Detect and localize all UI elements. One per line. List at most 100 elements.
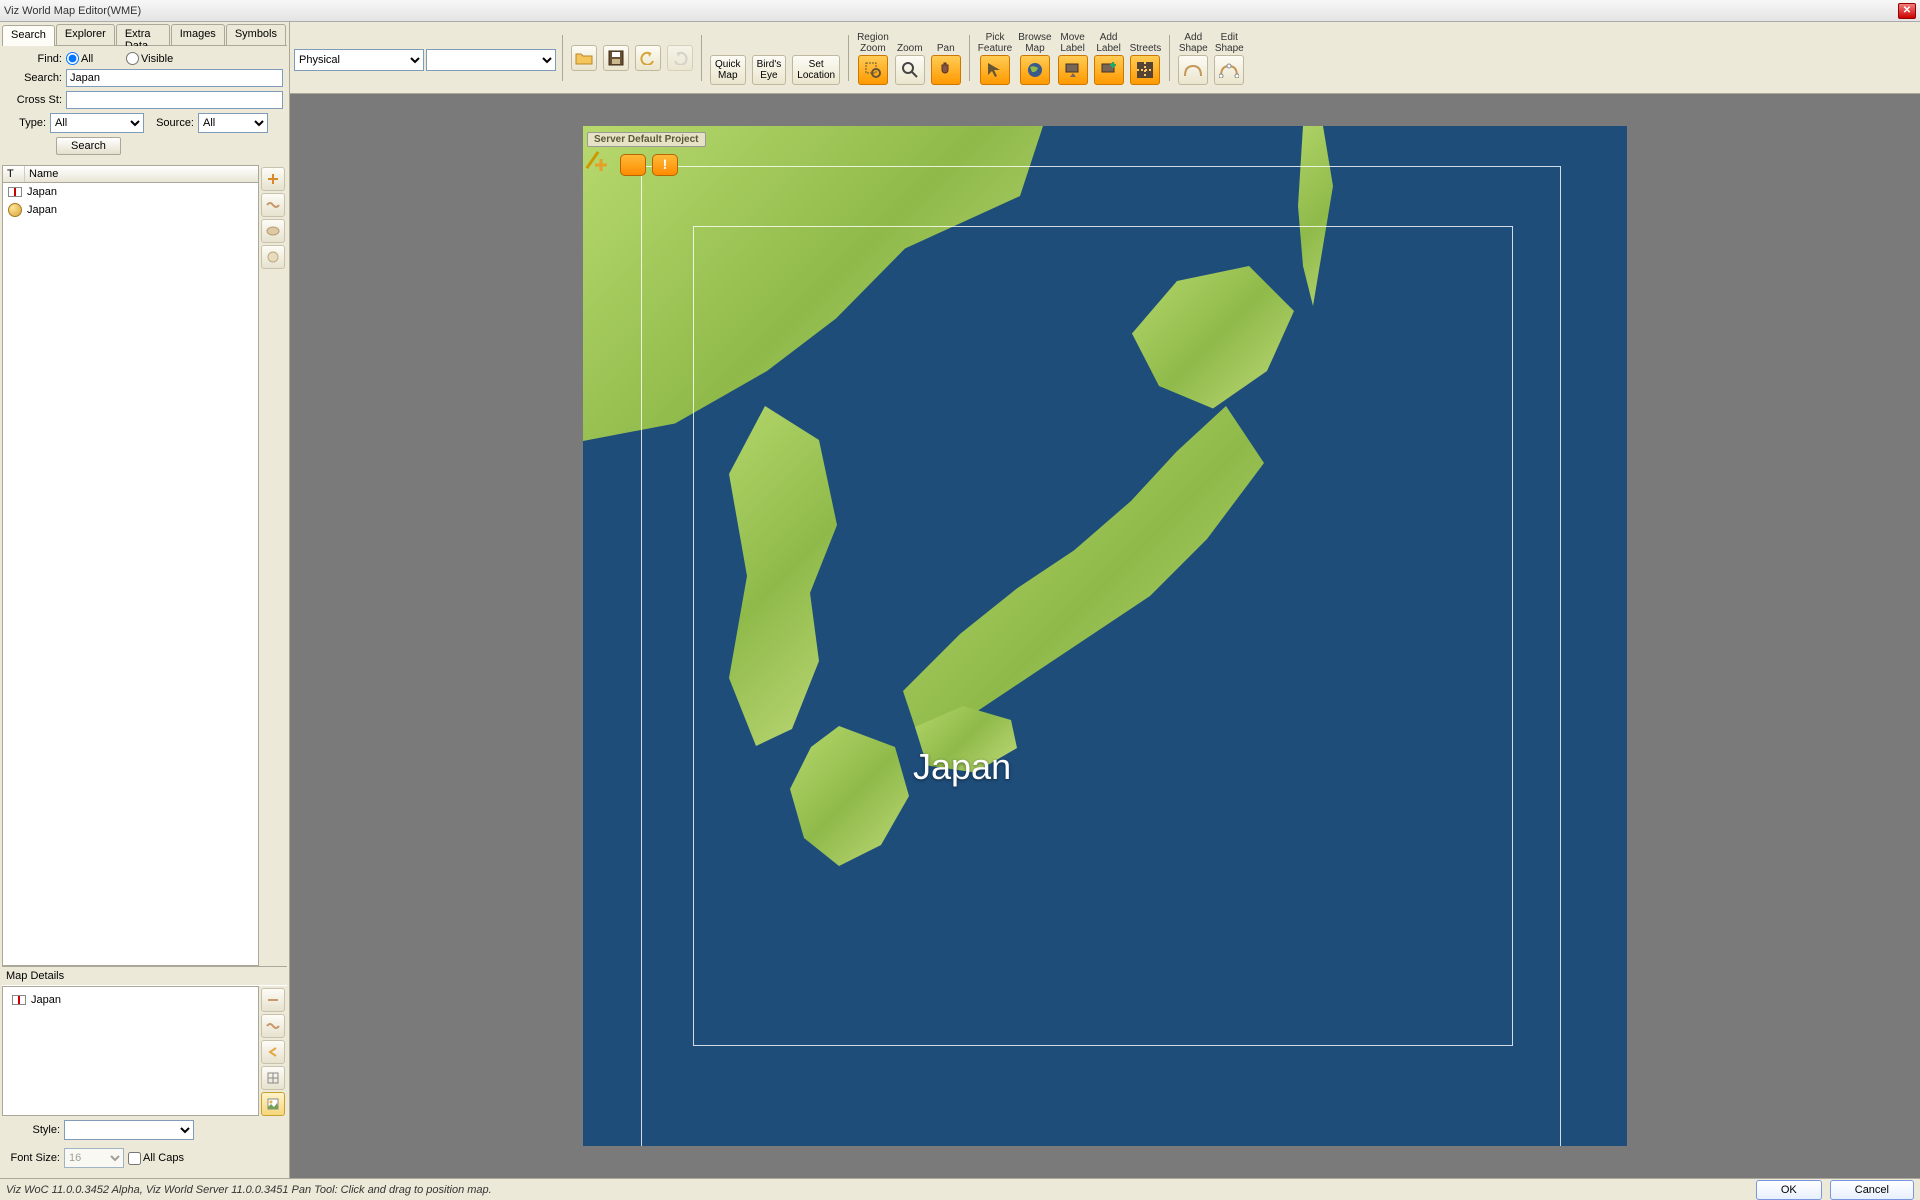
comment-bubble-icon[interactable] — [619, 152, 647, 178]
window-title: Viz World Map Editor(WME) — [4, 5, 1898, 17]
separator — [1169, 35, 1170, 81]
save-icon — [603, 45, 629, 71]
font-size-select[interactable]: 16 — [64, 1148, 124, 1168]
tab-images[interactable]: Images — [171, 24, 225, 45]
all-caps-checkbox[interactable]: All Caps — [128, 1152, 184, 1165]
tool-up-icon[interactable] — [261, 988, 285, 1012]
tab-extra-data[interactable]: Extra Data — [116, 24, 170, 45]
project-icons — [587, 152, 679, 178]
streets-icon — [1130, 55, 1160, 85]
tab-search[interactable]: Search — [2, 25, 55, 46]
birds-eye-button[interactable]: Bird's Eye — [750, 32, 789, 85]
map-details-list[interactable]: Japan — [2, 986, 259, 1116]
results-list[interactable]: Japan Japan — [2, 183, 259, 966]
flag-icon — [11, 993, 27, 1007]
open-button[interactable] — [569, 45, 599, 71]
move-label-button[interactable]: Move Label — [1056, 32, 1090, 85]
edit-shape-icon — [1214, 55, 1244, 85]
pan-button[interactable]: Pan — [929, 32, 963, 85]
search-input[interactable] — [66, 69, 283, 87]
result-tools — [261, 165, 287, 966]
tool-add-icon[interactable] — [261, 167, 285, 191]
tab-explorer[interactable]: Explorer — [56, 24, 115, 45]
find-all-radio[interactable]: All — [66, 52, 122, 65]
type-label: Type: — [6, 117, 46, 129]
result-name: Japan — [27, 204, 57, 216]
find-visible-radio[interactable]: Visible — [126, 52, 182, 65]
map-country-label[interactable]: Japan — [913, 746, 1011, 788]
alert-bubble-icon[interactable] — [651, 152, 679, 178]
undo-button[interactable] — [633, 45, 663, 71]
separator — [701, 35, 702, 81]
map-canvas[interactable]: Japan Server Default Project — [583, 126, 1627, 1146]
add-label-button[interactable]: Add Label — [1092, 32, 1126, 85]
tool-left-icon[interactable] — [261, 1040, 285, 1064]
result-row[interactable]: Japan — [3, 183, 258, 201]
region-zoom-icon — [858, 55, 888, 85]
set-location-button[interactable]: Set Location — [790, 32, 842, 85]
tool-disc-icon[interactable] — [261, 245, 285, 269]
search-button[interactable]: Search — [56, 137, 121, 155]
redo-button[interactable] — [665, 45, 695, 71]
region-zoom-button[interactable]: Region Zoom — [855, 32, 891, 85]
flag-icon — [7, 185, 23, 199]
title-bar: Viz World Map Editor(WME) ✕ — [0, 0, 1920, 22]
save-button[interactable] — [601, 45, 631, 71]
move-label-icon — [1058, 55, 1088, 85]
sidebar: Search Explorer Extra Data Images Symbol… — [0, 22, 290, 1178]
details-tools — [261, 986, 287, 1116]
source-select[interactable]: All — [198, 113, 268, 133]
add-shape-icon — [1178, 55, 1208, 85]
tool-shape-icon[interactable] — [261, 219, 285, 243]
tab-symbols[interactable]: Symbols — [226, 24, 286, 45]
style-select[interactable] — [64, 1120, 194, 1140]
pick-feature-button[interactable]: Pick Feature — [976, 32, 1014, 85]
ok-button[interactable]: OK — [1756, 1180, 1822, 1200]
map-details-item[interactable]: Japan — [7, 991, 254, 1009]
streets-button[interactable]: Streets — [1128, 32, 1164, 85]
tool-image-icon[interactable] — [261, 1092, 285, 1116]
tool-grid-icon[interactable] — [261, 1066, 285, 1090]
separator — [848, 35, 849, 81]
cross-st-label: Cross St: — [6, 94, 62, 106]
view-frame-inner — [693, 226, 1513, 1046]
results-header: T Name — [2, 165, 259, 183]
pick-feature-icon — [980, 55, 1010, 85]
result-row[interactable]: Japan — [3, 201, 258, 219]
zoom-button[interactable]: Zoom — [893, 32, 927, 85]
content-area: Physical Quick Map Bird's Eye Set Locati… — [290, 22, 1920, 1178]
search-field-label: Search: — [6, 72, 62, 84]
browse-map-button[interactable]: Browse Map — [1016, 32, 1053, 85]
secondary-select[interactable] — [426, 49, 556, 71]
separator — [562, 35, 563, 81]
find-label: Find: — [6, 53, 62, 65]
add-comment-icon[interactable] — [587, 152, 615, 178]
cross-st-input[interactable] — [66, 91, 283, 109]
style-label: Style: — [6, 1124, 60, 1136]
project-badge: Server Default Project — [587, 132, 706, 147]
main-toolbar: Physical Quick Map Bird's Eye Set Locati… — [290, 22, 1920, 94]
result-name: Japan — [27, 186, 57, 198]
map-style-select[interactable]: Physical — [294, 49, 424, 71]
quick-map-button[interactable]: Quick Map — [708, 32, 748, 85]
type-select[interactable]: All — [50, 113, 144, 133]
zoom-icon — [895, 55, 925, 85]
cancel-button[interactable]: Cancel — [1830, 1180, 1914, 1200]
status-text: Viz WoC 11.0.0.3452 Alpha, Viz World Ser… — [6, 1184, 1748, 1196]
map-details-header: Map Details — [2, 966, 287, 986]
close-button[interactable]: ✕ — [1898, 3, 1916, 19]
add-label-icon — [1094, 55, 1124, 85]
col-type[interactable]: T — [3, 166, 25, 182]
style-controls: Style: Font Size: 16 All Caps — [2, 1116, 287, 1176]
status-bar: Viz WoC 11.0.0.3452 Alpha, Viz World Ser… — [0, 1178, 1920, 1200]
map-viewport[interactable]: Japan Server Default Project — [290, 94, 1920, 1178]
col-name[interactable]: Name — [25, 166, 258, 182]
tool-region2-icon[interactable] — [261, 1014, 285, 1038]
add-shape-button[interactable]: Add Shape — [1176, 32, 1210, 85]
edit-shape-button[interactable]: Edit Shape — [1212, 32, 1246, 85]
sidebar-tabs: Search Explorer Extra Data Images Symbol… — [2, 24, 287, 46]
tool-region-icon[interactable] — [261, 193, 285, 217]
search-panel: Find: All Visible Search: Cross St: Type… — [2, 46, 287, 165]
folder-open-icon — [571, 45, 597, 71]
browse-map-icon — [1020, 55, 1050, 85]
